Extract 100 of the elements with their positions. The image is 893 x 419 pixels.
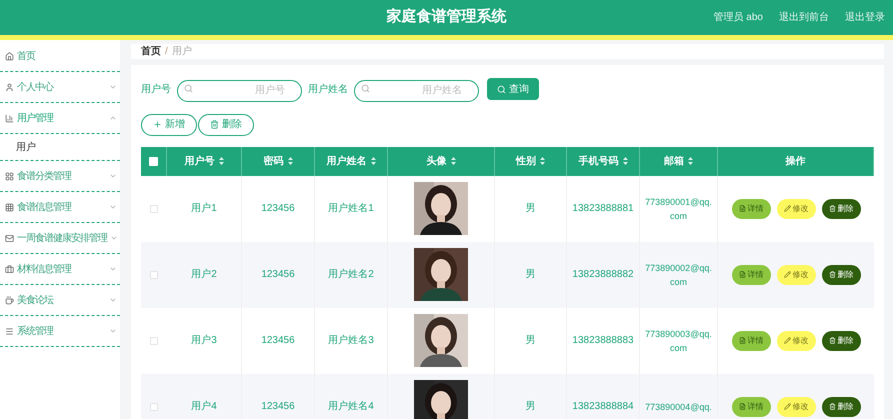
breadcrumb-item[interactable]: 首页 [141,44,161,59]
delete-button[interactable]: 删除 [198,114,254,136]
sidebar-item[interactable]: 首页 [0,41,120,72]
table-cell-text: 男 [526,202,536,216]
chevron-down-icon [109,203,117,211]
row-checkbox[interactable] [150,402,158,410]
table-cell-text: 男 [526,334,536,348]
app-title: 家庭食谱管理系统 [386,7,506,28]
plus-icon [153,120,162,129]
field-label: 用户号 [141,82,171,97]
mail-icon [5,234,14,242]
table-cell-text: 773890004@qq. [644,400,713,414]
table-cell-text: 773890003@qq.com [644,328,713,354]
sort-icon[interactable] [450,157,456,165]
table-icon [5,202,14,212]
search-button[interactable]: 查询 [487,78,539,100]
chevron-up-icon [109,114,117,122]
trash-icon [210,120,219,129]
breadcrumb-item: 用户 [172,44,192,59]
document-icon [738,337,746,344]
chevron-down-icon [110,234,118,242]
sort-icon[interactable] [688,157,693,165]
header-link[interactable]: 管理员 abo [714,10,763,25]
chevron-down-icon [109,296,117,304]
table-row[interactable]: 用户4 123456 用户姓名4 男 13823888884 773890004@qq. 详情 修改 删除 [141,374,874,419]
sidebar-subitem[interactable]: 用户 [0,134,120,161]
search-icon [361,84,370,92]
trash-icon [828,337,836,344]
pencil-icon [784,403,790,410]
chevron-down-icon [109,172,117,180]
field-label: 用户姓名 [308,82,348,97]
grid-icon [5,172,14,180]
trash-icon [828,271,836,278]
table-cell-text: 男 [526,268,536,282]
table-cell-text: 用户姓名1 [328,202,374,216]
sidebar-item[interactable]: 美食论坛 [0,285,120,316]
add-button[interactable]: 新增 [141,114,197,136]
edit-button[interactable]: 修改 [776,396,816,416]
table-cell-text: 用户姓名4 [328,400,374,414]
sort-icon[interactable] [218,157,224,165]
sidebar-item[interactable]: 用户管理 [0,103,120,134]
sort-icon[interactable] [622,157,628,165]
table-cell-text: 男 [526,400,536,414]
edit-button[interactable]: 修改 [776,330,816,350]
pencil-icon [784,337,790,344]
row-checkbox[interactable] [150,270,158,278]
table-cell-text: 773890001@qq.com [644,196,713,222]
cup-icon [5,296,14,304]
sidebar-item[interactable]: 个人中心 [0,72,120,103]
table-cell-text: 用户姓名2 [328,268,374,282]
detail-button[interactable]: 详情 [732,396,770,416]
delete-button[interactable]: 删除 [822,396,860,416]
sidebar-item[interactable]: 材料信息管理 [0,254,120,285]
document-icon [738,403,746,410]
trash-icon [828,205,836,212]
delete-button[interactable]: 删除 [822,264,860,284]
row-checkbox[interactable] [150,204,158,212]
table-cell-text: 用户1 [191,202,217,216]
table-cell-text: 用户4 [191,400,217,414]
table-row[interactable]: 用户1 123456 用户姓名1 男 13823888881 773890001@qq.com 详情 修改 删除 [141,176,874,242]
sort-icon[interactable] [370,157,376,165]
table-cell-text: 用户2 [191,268,217,282]
pencil-icon [784,271,790,278]
delete-button[interactable]: 删除 [822,198,860,218]
table-cell-text: 用户3 [191,334,217,348]
table-row[interactable]: 用户3 123456 用户姓名3 男 13823888883 773890003@qq.com 详情 修改 删除 [141,308,874,374]
table-row[interactable]: 用户2 123456 用户姓名2 男 13823888882 773890002@qq.com 详情 修改 删除 [141,242,874,308]
search-icon [184,84,193,92]
edit-button[interactable]: 修改 [776,264,816,284]
detail-button[interactable]: 详情 [732,330,770,350]
table-cell-text: 13823888882 [572,268,634,282]
chevron-down-icon [109,83,117,91]
search-icon [497,84,506,94]
search-field[interactable]: 用户姓名 [354,80,479,102]
table-cell-text: 13823888884 [572,400,634,414]
detail-button[interactable]: 详情 [732,264,770,284]
sidebar-item[interactable]: 食谱信息管理 [0,192,120,223]
search-field[interactable]: 用户号 [177,80,302,102]
table-cell-text: 13823888883 [572,334,634,348]
select-all-checkbox[interactable] [149,156,158,166]
table-cell-text: 123456 [261,268,295,282]
table-cell-text: 123456 [261,400,295,414]
sidebar-item[interactable]: 食谱分类管理 [0,161,120,192]
delete-button[interactable]: 删除 [822,330,860,350]
menu-icon [5,326,14,336]
user-icon [5,82,14,92]
edit-button[interactable]: 修改 [776,198,816,218]
pencil-icon [784,205,790,212]
header-link[interactable]: 退出登录 [845,10,885,25]
sort-icon[interactable] [540,157,545,165]
header-link[interactable]: 退出到前台 [779,10,829,25]
briefcase-icon [5,264,14,274]
home-icon [5,52,14,60]
table-cell-text: 123456 [261,202,295,216]
table-cell-text: 773890002@qq.com [644,262,713,288]
sidebar-item[interactable]: 系统管理 [0,316,120,347]
sort-icon[interactable] [288,157,292,165]
detail-button[interactable]: 详情 [732,198,770,218]
row-checkbox[interactable] [150,336,158,344]
sidebar-item[interactable]: 一周食谱健康安排管理 [0,223,120,254]
